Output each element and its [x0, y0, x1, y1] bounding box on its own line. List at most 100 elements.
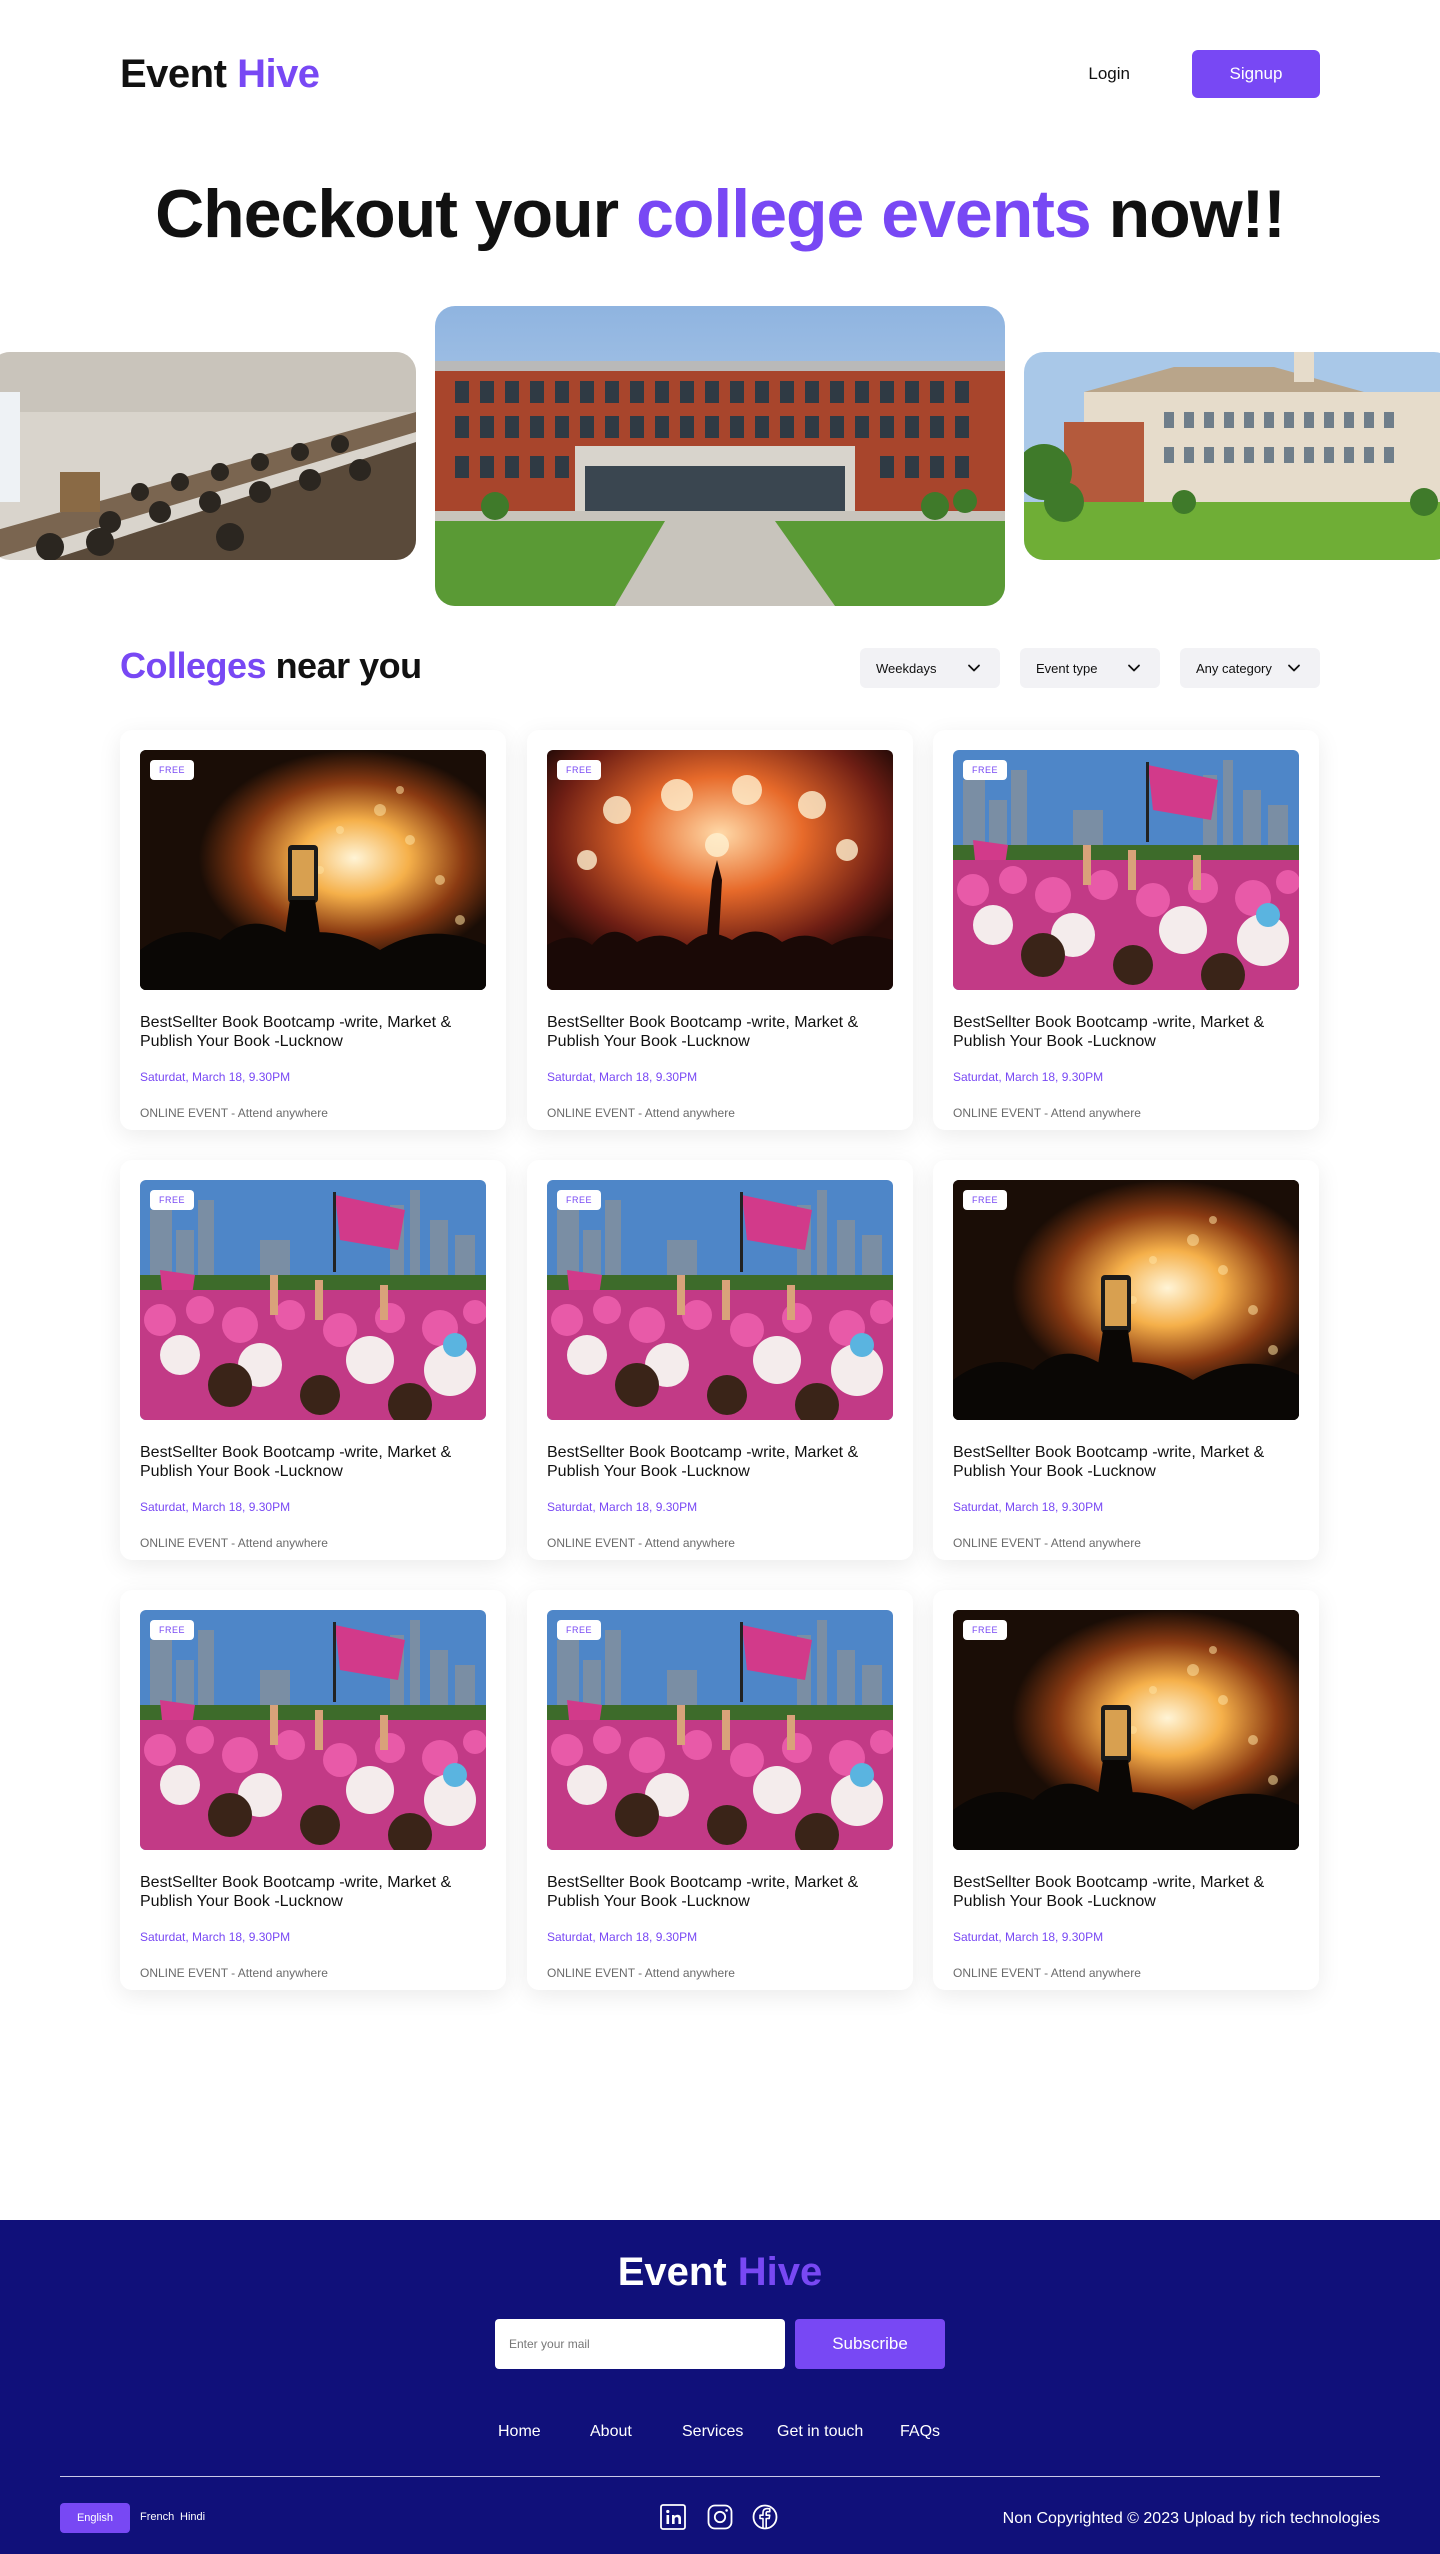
footer-link-faqs[interactable]: FAQs: [900, 2423, 940, 2441]
event-card[interactable]: FREE BestSellter Book Bootcamp -write, Ma…: [120, 1160, 506, 1560]
event-location: ONLINE EVENT - Attend anywhere: [140, 1966, 328, 1980]
event-card[interactable]: FREE BestSellter Book Bootcamp -write, Ma…: [120, 730, 506, 1130]
event-image[interactable]: [140, 1180, 486, 1420]
event-location: ONLINE EVENT - Attend anywhere: [547, 1106, 735, 1120]
event-date: Saturdat, March 18, 9.30PM: [140, 1500, 291, 1514]
event-image[interactable]: [547, 1610, 893, 1850]
footer: Event Hive Subscribe Home About Services…: [0, 2220, 1440, 2554]
event-image[interactable]: [953, 1610, 1299, 1850]
hero-title-accent: college events: [636, 176, 1092, 252]
subscribe-button[interactable]: Subscribe: [795, 2319, 945, 2369]
event-card[interactable]: FREE BestSellter Book Bootcamp -write, Ma…: [527, 1590, 913, 1990]
login-button[interactable]: Login: [1078, 58, 1140, 90]
footer-divider: [60, 2476, 1380, 2477]
event-date: Saturdat, March 18, 9.30PM: [547, 1070, 698, 1084]
carousel-slide-lecture-hall[interactable]: [0, 352, 416, 560]
facebook-icon[interactable]: [751, 2503, 779, 2531]
event-location: ONLINE EVENT - Attend anywhere: [953, 1536, 1141, 1550]
language-hindi-link[interactable]: Hindi: [180, 2511, 205, 2523]
price-badge: FREE: [963, 760, 1008, 780]
event-image[interactable]: [140, 1610, 486, 1850]
event-card[interactable]: FREE BestSellter Book Bootcamp -write, Ma…: [933, 1590, 1319, 1990]
hero-title: Checkout your college events now!!: [0, 175, 1440, 253]
event-date: Saturdat, March 18, 9.30PM: [953, 1070, 1104, 1084]
price-badge: FREE: [150, 1620, 195, 1640]
footer-nav: Home About Services Get in touch FAQs: [0, 2423, 1440, 2443]
language-french-link[interactable]: French: [140, 2511, 174, 2523]
footer-logo-main: Event: [617, 2250, 727, 2294]
event-title[interactable]: BestSellter Book Bootcamp -write, Market…: [953, 1013, 1299, 1051]
site-logo[interactable]: Event Hive: [120, 52, 320, 97]
signup-button[interactable]: Signup: [1192, 50, 1320, 98]
footer-link-about[interactable]: About: [590, 2423, 632, 2441]
chevron-down-icon: [968, 664, 980, 672]
footer-link-services[interactable]: Services: [682, 2423, 743, 2441]
price-badge: FREE: [557, 1620, 602, 1640]
event-card[interactable]: FREE BestSellter Book Bootcamp -write, Ma…: [933, 730, 1319, 1130]
event-card[interactable]: FREE BestSellter Book Bootcamp -write, Ma…: [120, 1590, 506, 1990]
event-image[interactable]: [547, 750, 893, 990]
campus-building-image: [435, 306, 1005, 606]
event-location: ONLINE EVENT - Attend anywhere: [547, 1966, 735, 1980]
event-location: ONLINE EVENT - Attend anywhere: [547, 1536, 735, 1550]
price-badge: FREE: [557, 1190, 602, 1210]
footer-link-home[interactable]: Home: [498, 2423, 541, 2441]
event-image[interactable]: [953, 1180, 1299, 1420]
logo-accent: Hive: [237, 52, 320, 96]
carousel-slide-campus-building[interactable]: [435, 306, 1005, 606]
price-badge: FREE: [557, 760, 602, 780]
linkedin-icon[interactable]: [659, 2503, 687, 2531]
event-image[interactable]: [547, 1180, 893, 1420]
filter-label: Event type: [1036, 660, 1098, 676]
section-title: Colleges near you: [120, 645, 422, 687]
header: Event Hive Login Signup: [120, 48, 1320, 100]
logo-main: Event: [120, 52, 227, 96]
event-title[interactable]: BestSellter Book Bootcamp -write, Market…: [547, 1443, 893, 1481]
instagram-icon[interactable]: [706, 2503, 734, 2531]
lecture-hall-image: [0, 352, 416, 560]
event-title[interactable]: BestSellter Book Bootcamp -write, Market…: [140, 1443, 486, 1481]
event-date: Saturdat, March 18, 9.30PM: [547, 1500, 698, 1514]
event-image[interactable]: [140, 750, 486, 990]
event-title[interactable]: BestSellter Book Bootcamp -write, Market…: [140, 1873, 486, 1911]
event-title[interactable]: BestSellter Book Bootcamp -write, Market…: [140, 1013, 486, 1051]
filter-event-type[interactable]: Event type: [1020, 648, 1160, 688]
hero-title-end: now!!: [1108, 176, 1286, 252]
filter-label: Any category: [1196, 660, 1272, 676]
footer-logo[interactable]: Event Hive: [0, 2250, 1440, 2295]
event-title[interactable]: BestSellter Book Bootcamp -write, Market…: [953, 1873, 1299, 1911]
event-title[interactable]: BestSellter Book Bootcamp -write, Market…: [547, 1013, 893, 1051]
price-badge: FREE: [963, 1620, 1008, 1640]
event-card[interactable]: FREE BestSellter Book Bootcamp -write, Ma…: [527, 1160, 913, 1560]
event-title[interactable]: BestSellter Book Bootcamp -write, Market…: [953, 1443, 1299, 1481]
filter-category[interactable]: Any category: [1180, 648, 1320, 688]
email-input[interactable]: [495, 2319, 785, 2369]
event-title[interactable]: BestSellter Book Bootcamp -write, Market…: [547, 1873, 893, 1911]
event-date: Saturdat, March 18, 9.30PM: [953, 1930, 1104, 1944]
carousel-slide-university-hall[interactable]: [1024, 352, 1440, 560]
chevron-down-icon: [1288, 664, 1300, 672]
section-title-accent: Colleges: [120, 645, 267, 686]
event-location: ONLINE EVENT - Attend anywhere: [140, 1106, 328, 1120]
event-location: ONLINE EVENT - Attend anywhere: [953, 1106, 1141, 1120]
event-location: ONLINE EVENT - Attend anywhere: [140, 1536, 328, 1550]
event-date: Saturdat, March 18, 9.30PM: [140, 1930, 291, 1944]
price-badge: FREE: [150, 760, 195, 780]
event-date: Saturdat, March 18, 9.30PM: [953, 1500, 1104, 1514]
filter-label: Weekdays: [876, 660, 937, 676]
language-english-button[interactable]: English: [60, 2503, 130, 2533]
footer-logo-accent: Hive: [737, 2250, 823, 2294]
university-hall-image: [1024, 352, 1440, 560]
copyright-text: Non Copyrighted © 2023 Upload by rich te…: [1002, 2510, 1380, 2527]
filter-weekdays[interactable]: Weekdays: [860, 648, 1000, 688]
event-image[interactable]: [953, 750, 1299, 990]
event-date: Saturdat, March 18, 9.30PM: [140, 1070, 291, 1084]
event-date: Saturdat, March 18, 9.30PM: [547, 1930, 698, 1944]
event-card[interactable]: FREE BestSellter Book Bootcamp -write, Ma…: [527, 730, 913, 1130]
event-card[interactable]: FREE BestSellter Book Bootcamp -write, Ma…: [933, 1160, 1319, 1560]
chevron-down-icon: [1128, 664, 1140, 672]
section-title-rest: near you: [275, 645, 423, 686]
price-badge: FREE: [150, 1190, 195, 1210]
hero-title-start: Checkout your: [155, 176, 619, 252]
footer-link-get-in-touch[interactable]: Get in touch: [777, 2423, 863, 2441]
